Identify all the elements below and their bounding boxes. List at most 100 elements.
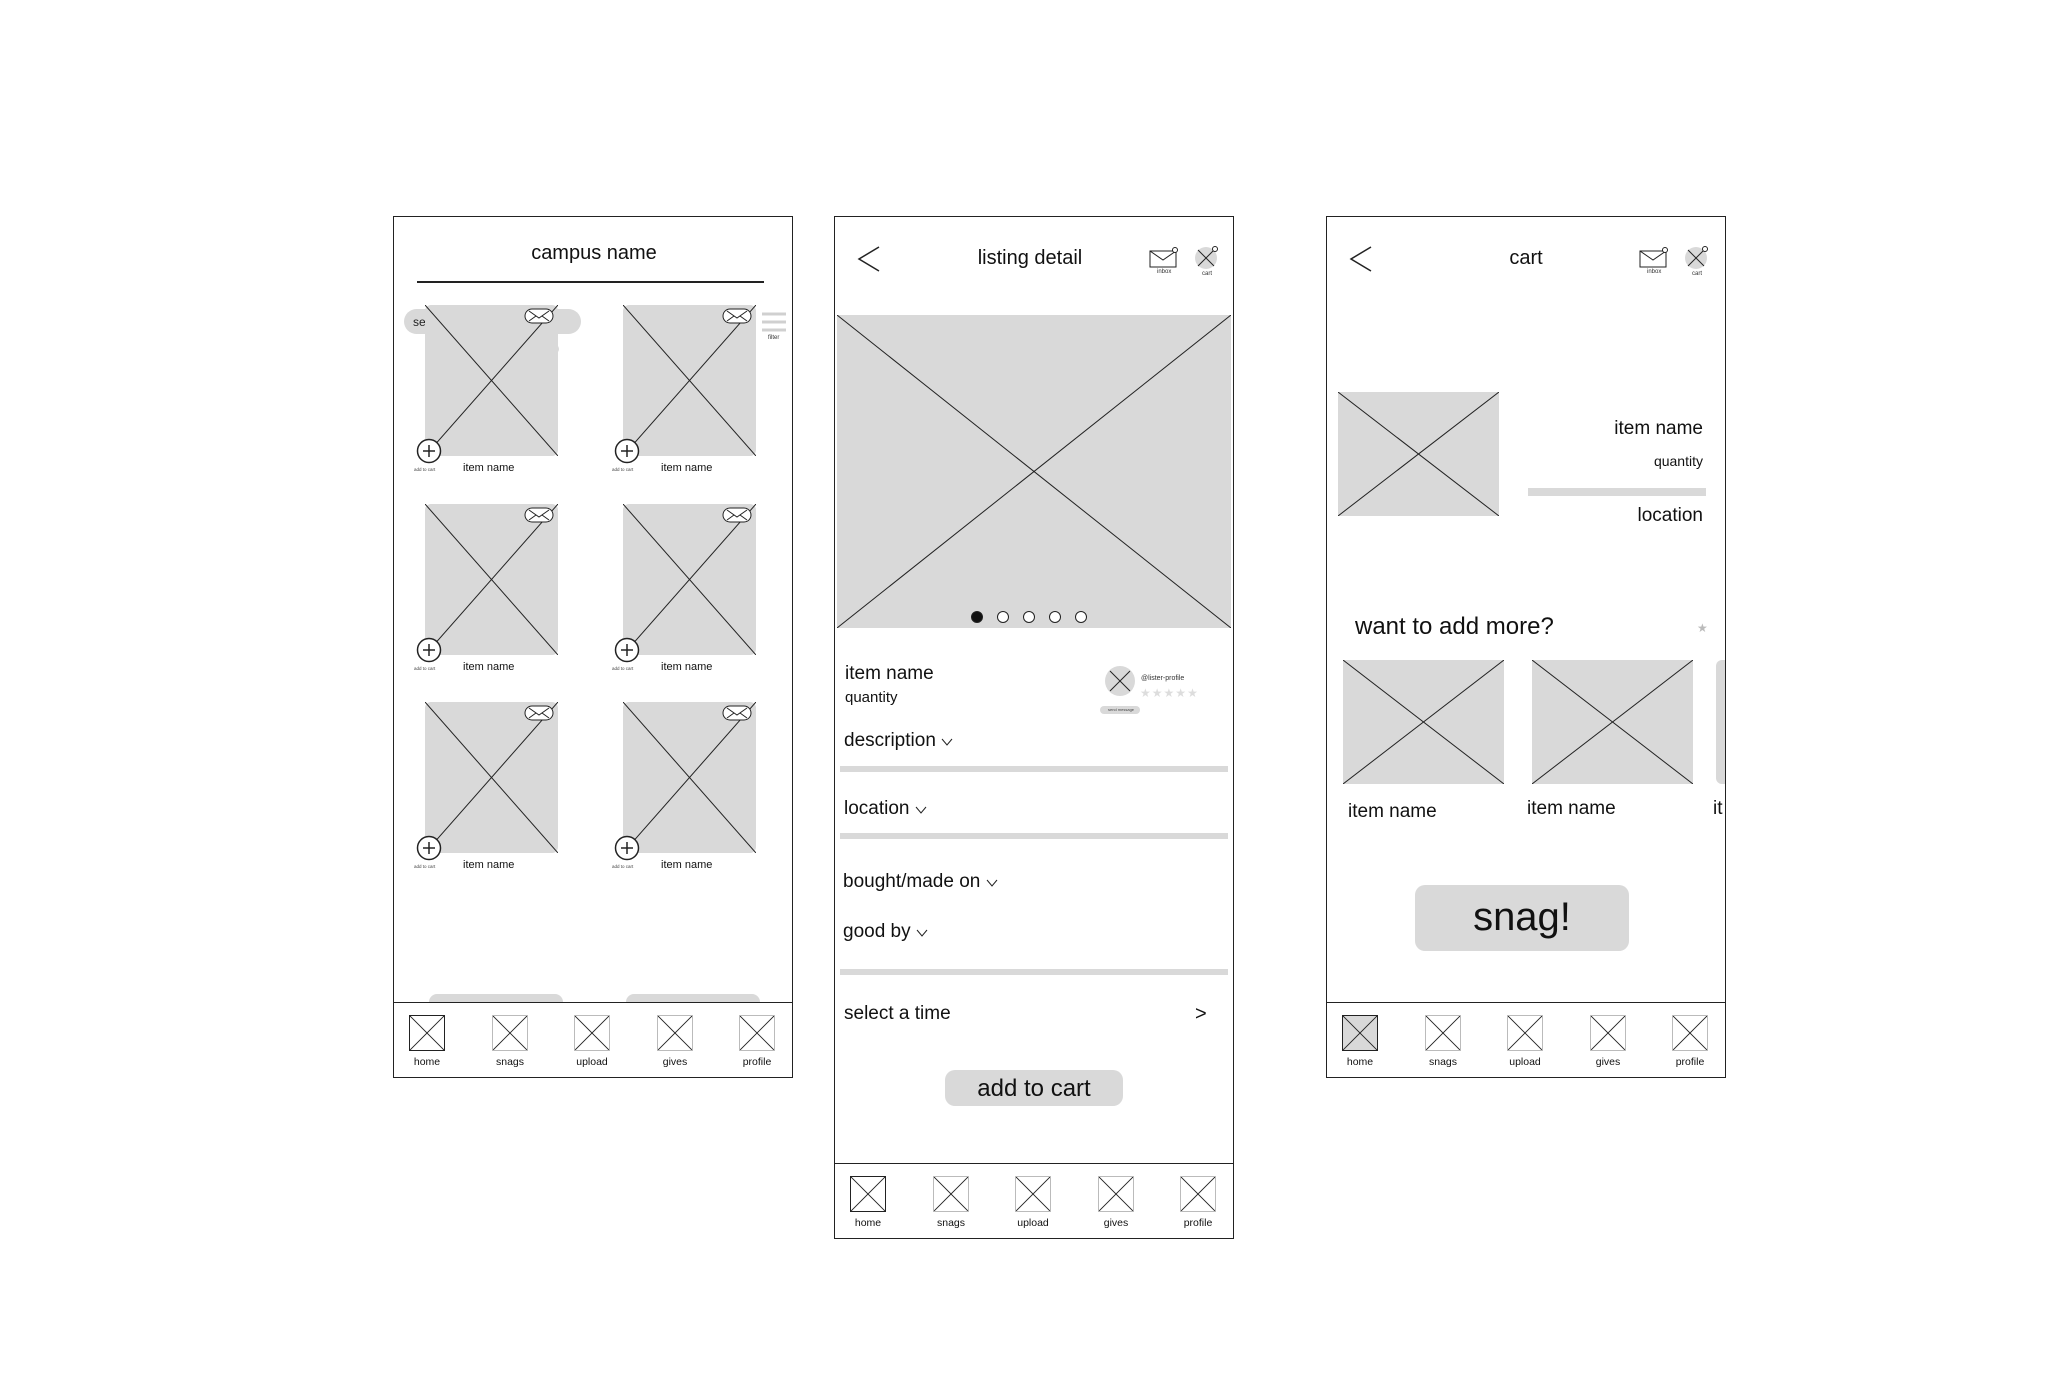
add-to-cart-button[interactable] bbox=[614, 835, 640, 865]
lister-rating: ★★★★★ bbox=[1140, 686, 1199, 700]
item-card[interactable]: add to cart item name bbox=[414, 504, 565, 684]
home-icon bbox=[850, 1176, 886, 1212]
nav-snags[interactable]: snags bbox=[1413, 1015, 1473, 1068]
suggestion-image[interactable] bbox=[1532, 660, 1693, 784]
send-message-button[interactable]: send message bbox=[1100, 706, 1140, 714]
item-card[interactable]: add to cart item name bbox=[612, 504, 763, 684]
profile-icon bbox=[1672, 1015, 1708, 1051]
bought-made-on-toggle[interactable]: bought/made on bbox=[843, 871, 998, 893]
add-to-cart-button[interactable] bbox=[416, 637, 442, 667]
star-icon: ★ bbox=[1187, 686, 1199, 700]
mail-icon bbox=[722, 507, 752, 523]
nav-profile[interactable]: profile bbox=[1168, 1176, 1228, 1229]
add-to-cart-label: add to cart bbox=[612, 666, 634, 671]
home-screen: campus name search genre genre genre gen… bbox=[393, 216, 793, 1078]
home-icon bbox=[409, 1015, 445, 1051]
lister-profile-link[interactable]: @lister-profile bbox=[1141, 675, 1184, 682]
nav-gives[interactable]: gives bbox=[645, 1015, 705, 1068]
add-to-cart-button[interactable] bbox=[614, 637, 640, 667]
image-placeholder-icon bbox=[1532, 660, 1693, 784]
message-lister-button[interactable] bbox=[524, 704, 556, 722]
avatar-icon bbox=[1105, 666, 1135, 696]
title-divider bbox=[417, 281, 764, 283]
nav-snags[interactable]: snags bbox=[921, 1176, 981, 1229]
snags-icon bbox=[492, 1015, 528, 1051]
mail-icon bbox=[1149, 247, 1178, 268]
bottom-nav: home snags upload gives profile bbox=[835, 1163, 1233, 1238]
nav-home[interactable]: home bbox=[1330, 1015, 1390, 1068]
nav-snags[interactable]: snags bbox=[480, 1015, 540, 1068]
add-to-cart-button[interactable]: add to cart bbox=[945, 1070, 1123, 1106]
item-name: item name bbox=[661, 859, 713, 871]
carousel-dot[interactable] bbox=[1075, 611, 1087, 623]
carousel-dot[interactable] bbox=[971, 611, 983, 623]
message-lister-button[interactable] bbox=[524, 307, 556, 325]
nav-gives[interactable]: gives bbox=[1086, 1176, 1146, 1229]
carousel-dot[interactable] bbox=[997, 611, 1009, 623]
item-name: item name bbox=[463, 661, 515, 673]
profile-icon bbox=[1180, 1176, 1216, 1212]
carousel-dot[interactable] bbox=[1049, 611, 1061, 623]
image-placeholder-icon bbox=[837, 315, 1231, 628]
image-placeholder-icon bbox=[1343, 660, 1504, 784]
nav-upload[interactable]: upload bbox=[562, 1015, 622, 1068]
carousel-dot[interactable] bbox=[1023, 611, 1035, 623]
message-lister-button[interactable] bbox=[524, 506, 556, 524]
cart-icon bbox=[1195, 246, 1218, 269]
listing-image-carousel[interactable] bbox=[837, 315, 1231, 628]
snags-icon bbox=[933, 1176, 969, 1212]
message-lister-button[interactable] bbox=[722, 506, 754, 524]
bottom-nav: home snags upload gives profile bbox=[394, 1002, 792, 1077]
plus-circle-icon bbox=[416, 835, 442, 861]
message-lister-button[interactable] bbox=[722, 307, 754, 325]
upload-icon bbox=[1015, 1176, 1051, 1212]
item-name: item name bbox=[661, 661, 713, 673]
nav-home[interactable]: home bbox=[397, 1015, 457, 1068]
item-image bbox=[425, 504, 558, 655]
nav-gives[interactable]: gives bbox=[1578, 1015, 1638, 1068]
suggestion-image-peek[interactable] bbox=[1716, 660, 1725, 784]
item-card[interactable]: add to cart item name bbox=[612, 305, 763, 485]
star-icon: ★ bbox=[1175, 686, 1188, 700]
lister-avatar[interactable] bbox=[1104, 665, 1136, 697]
item-image bbox=[425, 702, 558, 853]
cart-button[interactable]: cart bbox=[1684, 245, 1712, 277]
message-lister-button[interactable] bbox=[722, 704, 754, 722]
description-toggle[interactable]: description bbox=[844, 730, 953, 752]
cart-button[interactable]: cart bbox=[1194, 245, 1222, 277]
upload-icon bbox=[1507, 1015, 1543, 1051]
add-to-cart-label: add to cart bbox=[414, 666, 436, 671]
cart-item-divider bbox=[1528, 488, 1706, 496]
listing-detail-screen: listing detail inbox cart item name quan… bbox=[834, 216, 1234, 1239]
location-toggle[interactable]: location bbox=[844, 798, 927, 820]
item-image bbox=[623, 504, 756, 655]
filter-button[interactable]: filter bbox=[762, 311, 788, 343]
item-card[interactable]: add to cart item name bbox=[414, 702, 565, 882]
add-to-cart-button[interactable] bbox=[416, 835, 442, 865]
inbox-button[interactable]: inbox bbox=[1639, 247, 1671, 277]
nav-home[interactable]: home bbox=[838, 1176, 898, 1229]
nav-upload[interactable]: upload bbox=[1003, 1176, 1063, 1229]
suggestion-name: it bbox=[1713, 798, 1723, 819]
item-card[interactable]: add to cart item name bbox=[414, 305, 565, 485]
chevron-down-icon bbox=[986, 879, 998, 887]
image-placeholder-icon bbox=[425, 702, 558, 853]
inbox-button[interactable]: inbox bbox=[1149, 247, 1181, 277]
nav-upload[interactable]: upload bbox=[1495, 1015, 1555, 1068]
profile-icon bbox=[739, 1015, 775, 1051]
item-card[interactable]: add to cart item name bbox=[612, 702, 763, 882]
add-to-cart-button[interactable] bbox=[614, 438, 640, 468]
suggestion-name: item name bbox=[1527, 798, 1616, 819]
good-by-toggle[interactable]: good by bbox=[843, 921, 928, 943]
add-to-cart-button[interactable] bbox=[416, 438, 442, 468]
section-divider bbox=[840, 969, 1228, 975]
star-icon[interactable]: ★ bbox=[1697, 621, 1708, 635]
item-name: item name bbox=[463, 462, 515, 474]
nav-profile[interactable]: profile bbox=[727, 1015, 787, 1068]
mail-icon bbox=[524, 705, 554, 721]
nav-profile[interactable]: profile bbox=[1660, 1015, 1720, 1068]
snag-button[interactable]: snag! bbox=[1415, 885, 1629, 951]
star-icon: ★ bbox=[1163, 686, 1176, 700]
mail-icon bbox=[524, 308, 554, 324]
suggestion-image[interactable] bbox=[1343, 660, 1504, 784]
